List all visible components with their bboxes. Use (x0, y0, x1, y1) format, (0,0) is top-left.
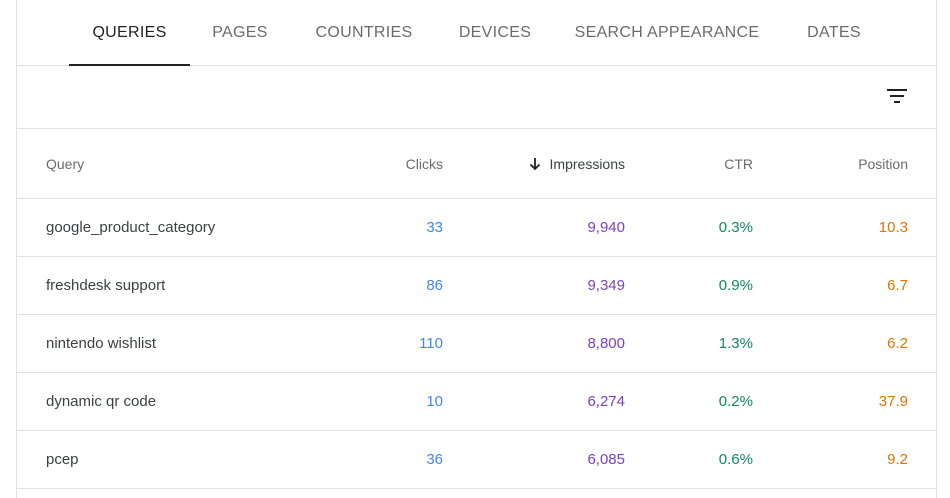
table-row[interactable]: dynamic qr code 10 6,274 0.2% 37.9 (17, 373, 936, 431)
tab-dates[interactable]: DATES (793, 0, 875, 66)
tab-pages[interactable]: PAGES (197, 0, 283, 66)
ctr-cell: 0.3% (718, 219, 753, 236)
clicks-cell: 33 (426, 219, 443, 236)
ctr-cell: 0.9% (718, 277, 753, 294)
table-row[interactable]: pcep 36 6,085 0.6% 9.2 (17, 431, 936, 489)
filter-bar (17, 66, 936, 129)
query-cell: pcep (46, 451, 79, 468)
tab-countries[interactable]: COUNTRIES (299, 0, 429, 66)
query-cell: nintendo wishlist (46, 335, 157, 352)
tab-queries[interactable]: QUERIES (69, 0, 190, 66)
ctr-cell: 0.2% (718, 393, 753, 410)
position-cell: 10.3 (878, 219, 908, 236)
query-cell: freshdesk support (46, 277, 166, 294)
tab-devices[interactable]: DEVICES (447, 0, 543, 66)
impressions-cell: 9,940 (587, 219, 625, 236)
arrow-down-icon (528, 157, 542, 171)
ctr-cell: 1.3% (718, 335, 753, 352)
column-header-ctr[interactable]: CTR (627, 129, 753, 199)
column-header-clicks[interactable]: Clicks (347, 129, 443, 199)
column-header-impressions[interactable]: Impressions (447, 129, 625, 199)
report-tabs: QUERIES PAGES COUNTRIES DEVICES SEARCH A… (17, 0, 936, 66)
impressions-cell: 8,800 (587, 335, 625, 352)
clicks-cell: 86 (426, 277, 443, 294)
ctr-cell: 0.6% (718, 451, 753, 468)
performance-report-card: QUERIES PAGES COUNTRIES DEVICES SEARCH A… (16, 0, 937, 498)
filter-list-icon (887, 89, 907, 103)
impressions-cell: 6,274 (587, 393, 625, 410)
clicks-cell: 110 (419, 335, 443, 352)
column-header-position[interactable]: Position (757, 129, 908, 199)
impressions-cell: 9,349 (587, 277, 625, 294)
column-header-impressions-label: Impressions (549, 156, 625, 172)
column-header-query[interactable]: Query (46, 129, 246, 199)
position-cell: 37.9 (878, 393, 908, 410)
clicks-cell: 10 (426, 393, 443, 410)
table-row[interactable]: nintendo wishlist 110 8,800 1.3% 6.2 (17, 315, 936, 373)
table-row[interactable]: freshdesk support 86 9,349 0.9% 6.7 (17, 257, 936, 315)
query-cell: dynamic qr code (46, 393, 157, 410)
table-header: Query Clicks Impressions CTR Position (17, 129, 936, 199)
filter-button[interactable] (881, 80, 913, 112)
tab-search-appearance[interactable]: SEARCH APPEARANCE (569, 0, 765, 66)
position-cell: 9.2 (887, 451, 908, 468)
clicks-cell: 36 (426, 451, 443, 468)
impressions-cell: 6,085 (587, 451, 625, 468)
query-cell: google_product_category (46, 219, 216, 236)
position-cell: 6.2 (887, 335, 908, 352)
table-row[interactable]: google_product_category 33 9,940 0.3% 10… (17, 199, 936, 257)
position-cell: 6.7 (887, 277, 908, 294)
